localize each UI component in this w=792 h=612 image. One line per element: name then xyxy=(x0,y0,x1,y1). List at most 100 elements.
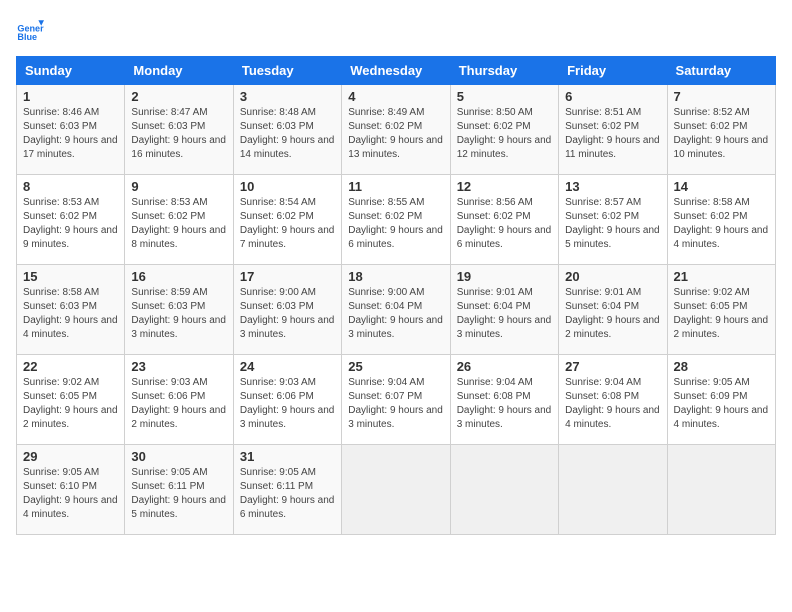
day-cell xyxy=(559,445,667,535)
day-info: Sunrise: 8:52 AM Sunset: 6:02 PM Dayligh… xyxy=(674,106,769,162)
day-cell: 10 Sunrise: 8:54 AM Sunset: 6:02 PM Dayl… xyxy=(233,175,341,265)
week-row-2: 8 Sunrise: 8:53 AM Sunset: 6:02 PM Dayli… xyxy=(17,175,776,265)
day-number: 13 xyxy=(565,179,660,194)
day-cell: 8 Sunrise: 8:53 AM Sunset: 6:02 PM Dayli… xyxy=(17,175,125,265)
day-cell xyxy=(667,445,775,535)
svg-text:Blue: Blue xyxy=(17,32,37,42)
day-number: 12 xyxy=(457,179,552,194)
week-row-4: 22 Sunrise: 9:02 AM Sunset: 6:05 PM Dayl… xyxy=(17,355,776,445)
day-number: 25 xyxy=(348,359,443,374)
page-header: General Blue xyxy=(16,16,776,44)
day-info: Sunrise: 8:58 AM Sunset: 6:03 PM Dayligh… xyxy=(23,286,118,342)
day-cell: 16 Sunrise: 8:59 AM Sunset: 6:03 PM Dayl… xyxy=(125,265,233,355)
day-cell: 11 Sunrise: 8:55 AM Sunset: 6:02 PM Dayl… xyxy=(342,175,450,265)
day-number: 30 xyxy=(131,449,226,464)
calendar-header: SundayMondayTuesdayWednesdayThursdayFrid… xyxy=(17,57,776,85)
day-cell: 2 Sunrise: 8:47 AM Sunset: 6:03 PM Dayli… xyxy=(125,85,233,175)
day-number: 23 xyxy=(131,359,226,374)
header-cell-sunday: Sunday xyxy=(17,57,125,85)
day-cell: 29 Sunrise: 9:05 AM Sunset: 6:10 PM Dayl… xyxy=(17,445,125,535)
day-info: Sunrise: 9:04 AM Sunset: 6:07 PM Dayligh… xyxy=(348,376,443,432)
week-row-3: 15 Sunrise: 8:58 AM Sunset: 6:03 PM Dayl… xyxy=(17,265,776,355)
header-row: SundayMondayTuesdayWednesdayThursdayFrid… xyxy=(17,57,776,85)
day-cell xyxy=(450,445,558,535)
day-cell: 17 Sunrise: 9:00 AM Sunset: 6:03 PM Dayl… xyxy=(233,265,341,355)
day-cell: 31 Sunrise: 9:05 AM Sunset: 6:11 PM Dayl… xyxy=(233,445,341,535)
day-number: 17 xyxy=(240,269,335,284)
day-info: Sunrise: 8:57 AM Sunset: 6:02 PM Dayligh… xyxy=(565,196,660,252)
day-number: 21 xyxy=(674,269,769,284)
day-info: Sunrise: 9:04 AM Sunset: 6:08 PM Dayligh… xyxy=(457,376,552,432)
day-number: 29 xyxy=(23,449,118,464)
day-number: 5 xyxy=(457,89,552,104)
day-number: 28 xyxy=(674,359,769,374)
day-cell: 26 Sunrise: 9:04 AM Sunset: 6:08 PM Dayl… xyxy=(450,355,558,445)
day-cell: 5 Sunrise: 8:50 AM Sunset: 6:02 PM Dayli… xyxy=(450,85,558,175)
day-info: Sunrise: 8:48 AM Sunset: 6:03 PM Dayligh… xyxy=(240,106,335,162)
calendar-body: 1 Sunrise: 8:46 AM Sunset: 6:03 PM Dayli… xyxy=(17,85,776,535)
day-number: 1 xyxy=(23,89,118,104)
day-cell: 20 Sunrise: 9:01 AM Sunset: 6:04 PM Dayl… xyxy=(559,265,667,355)
day-info: Sunrise: 8:56 AM Sunset: 6:02 PM Dayligh… xyxy=(457,196,552,252)
day-number: 9 xyxy=(131,179,226,194)
day-info: Sunrise: 8:55 AM Sunset: 6:02 PM Dayligh… xyxy=(348,196,443,252)
day-cell: 21 Sunrise: 9:02 AM Sunset: 6:05 PM Dayl… xyxy=(667,265,775,355)
day-number: 18 xyxy=(348,269,443,284)
week-row-1: 1 Sunrise: 8:46 AM Sunset: 6:03 PM Dayli… xyxy=(17,85,776,175)
day-info: Sunrise: 8:46 AM Sunset: 6:03 PM Dayligh… xyxy=(23,106,118,162)
day-info: Sunrise: 9:01 AM Sunset: 6:04 PM Dayligh… xyxy=(457,286,552,342)
day-number: 3 xyxy=(240,89,335,104)
day-number: 14 xyxy=(674,179,769,194)
day-cell: 22 Sunrise: 9:02 AM Sunset: 6:05 PM Dayl… xyxy=(17,355,125,445)
day-info: Sunrise: 9:05 AM Sunset: 6:09 PM Dayligh… xyxy=(674,376,769,432)
day-info: Sunrise: 8:51 AM Sunset: 6:02 PM Dayligh… xyxy=(565,106,660,162)
header-cell-thursday: Thursday xyxy=(450,57,558,85)
day-number: 24 xyxy=(240,359,335,374)
day-cell: 14 Sunrise: 8:58 AM Sunset: 6:02 PM Dayl… xyxy=(667,175,775,265)
day-cell: 28 Sunrise: 9:05 AM Sunset: 6:09 PM Dayl… xyxy=(667,355,775,445)
day-info: Sunrise: 9:02 AM Sunset: 6:05 PM Dayligh… xyxy=(674,286,769,342)
day-info: Sunrise: 9:00 AM Sunset: 6:03 PM Dayligh… xyxy=(240,286,335,342)
day-number: 27 xyxy=(565,359,660,374)
day-info: Sunrise: 9:03 AM Sunset: 6:06 PM Dayligh… xyxy=(240,376,335,432)
day-cell: 25 Sunrise: 9:04 AM Sunset: 6:07 PM Dayl… xyxy=(342,355,450,445)
header-cell-friday: Friday xyxy=(559,57,667,85)
header-cell-tuesday: Tuesday xyxy=(233,57,341,85)
day-cell: 6 Sunrise: 8:51 AM Sunset: 6:02 PM Dayli… xyxy=(559,85,667,175)
day-info: Sunrise: 9:05 AM Sunset: 6:10 PM Dayligh… xyxy=(23,466,118,522)
day-cell: 13 Sunrise: 8:57 AM Sunset: 6:02 PM Dayl… xyxy=(559,175,667,265)
day-cell: 19 Sunrise: 9:01 AM Sunset: 6:04 PM Dayl… xyxy=(450,265,558,355)
calendar-table: SundayMondayTuesdayWednesdayThursdayFrid… xyxy=(16,56,776,535)
day-cell: 7 Sunrise: 8:52 AM Sunset: 6:02 PM Dayli… xyxy=(667,85,775,175)
day-number: 15 xyxy=(23,269,118,284)
day-cell: 18 Sunrise: 9:00 AM Sunset: 6:04 PM Dayl… xyxy=(342,265,450,355)
day-number: 6 xyxy=(565,89,660,104)
day-number: 2 xyxy=(131,89,226,104)
header-cell-monday: Monday xyxy=(125,57,233,85)
day-cell xyxy=(342,445,450,535)
day-info: Sunrise: 8:50 AM Sunset: 6:02 PM Dayligh… xyxy=(457,106,552,162)
day-info: Sunrise: 8:49 AM Sunset: 6:02 PM Dayligh… xyxy=(348,106,443,162)
day-number: 8 xyxy=(23,179,118,194)
day-info: Sunrise: 9:03 AM Sunset: 6:06 PM Dayligh… xyxy=(131,376,226,432)
day-info: Sunrise: 8:54 AM Sunset: 6:02 PM Dayligh… xyxy=(240,196,335,252)
day-number: 10 xyxy=(240,179,335,194)
day-cell: 4 Sunrise: 8:49 AM Sunset: 6:02 PM Dayli… xyxy=(342,85,450,175)
day-info: Sunrise: 9:05 AM Sunset: 6:11 PM Dayligh… xyxy=(240,466,335,522)
day-info: Sunrise: 8:53 AM Sunset: 6:02 PM Dayligh… xyxy=(23,196,118,252)
day-cell: 15 Sunrise: 8:58 AM Sunset: 6:03 PM Dayl… xyxy=(17,265,125,355)
day-info: Sunrise: 9:00 AM Sunset: 6:04 PM Dayligh… xyxy=(348,286,443,342)
day-cell: 27 Sunrise: 9:04 AM Sunset: 6:08 PM Dayl… xyxy=(559,355,667,445)
header-cell-saturday: Saturday xyxy=(667,57,775,85)
day-info: Sunrise: 9:04 AM Sunset: 6:08 PM Dayligh… xyxy=(565,376,660,432)
day-cell: 1 Sunrise: 8:46 AM Sunset: 6:03 PM Dayli… xyxy=(17,85,125,175)
week-row-5: 29 Sunrise: 9:05 AM Sunset: 6:10 PM Dayl… xyxy=(17,445,776,535)
day-number: 4 xyxy=(348,89,443,104)
logo: General Blue xyxy=(16,16,48,44)
day-number: 20 xyxy=(565,269,660,284)
day-info: Sunrise: 9:05 AM Sunset: 6:11 PM Dayligh… xyxy=(131,466,226,522)
day-cell: 9 Sunrise: 8:53 AM Sunset: 6:02 PM Dayli… xyxy=(125,175,233,265)
day-info: Sunrise: 8:58 AM Sunset: 6:02 PM Dayligh… xyxy=(674,196,769,252)
day-cell: 30 Sunrise: 9:05 AM Sunset: 6:11 PM Dayl… xyxy=(125,445,233,535)
day-cell: 23 Sunrise: 9:03 AM Sunset: 6:06 PM Dayl… xyxy=(125,355,233,445)
